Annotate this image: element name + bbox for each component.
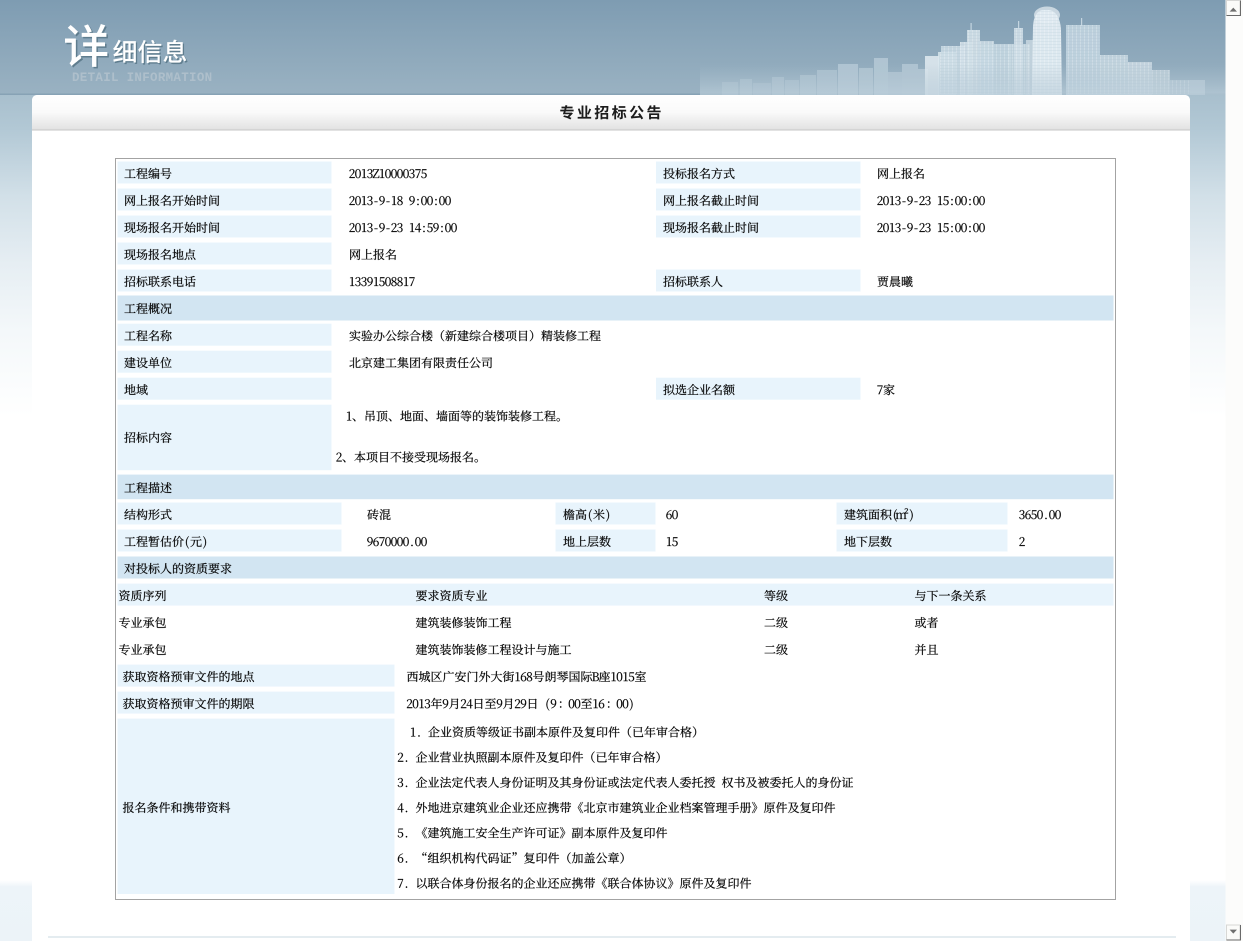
svg-text:DETAIL INFORMATION: DETAIL INFORMATION	[72, 71, 212, 85]
